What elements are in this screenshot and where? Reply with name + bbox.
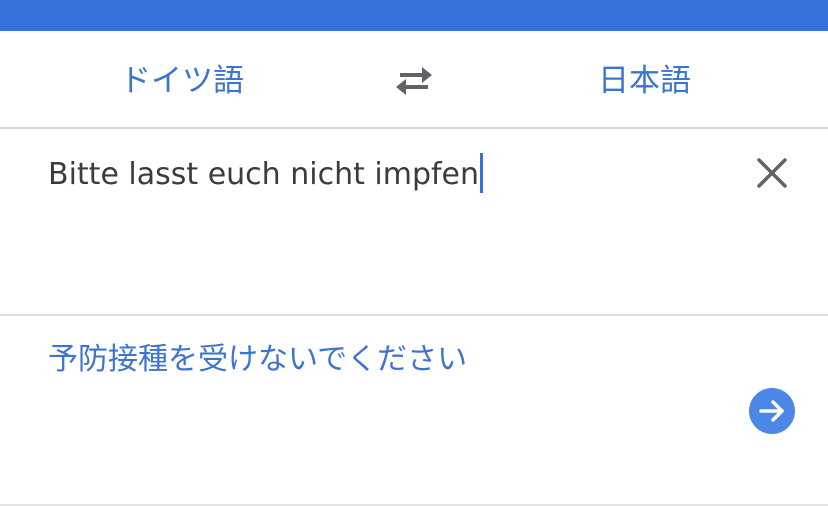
source-text-input[interactable]: Bitte lasst euch nicht impfen <box>48 152 484 197</box>
source-input-area[interactable]: Bitte lasst euch nicht impfen <box>0 129 828 316</box>
arrow-right-icon <box>749 388 795 434</box>
translate-go-button[interactable] <box>749 388 795 434</box>
translation-output-area: 予防接種を受けないでください <box>0 316 828 506</box>
top-bar <box>0 0 828 31</box>
translated-text: 予防接種を受けないでください <box>48 342 468 377</box>
source-language-button[interactable]: ドイツ語 <box>120 59 244 103</box>
source-text: Bitte lasst euch nicht impfen <box>48 157 480 192</box>
clear-input-button[interactable] <box>754 155 790 191</box>
translate-screen: ドイツ語 日本語 Bitte lasst euch nicht impfen 予… <box>0 0 828 506</box>
close-icon <box>754 155 790 191</box>
text-caret <box>480 152 484 193</box>
swap-arrows-icon <box>394 64 434 98</box>
language-bar: ドイツ語 日本語 <box>0 31 828 129</box>
swap-languages-button[interactable] <box>394 64 434 98</box>
target-language-button[interactable]: 日本語 <box>598 59 691 103</box>
